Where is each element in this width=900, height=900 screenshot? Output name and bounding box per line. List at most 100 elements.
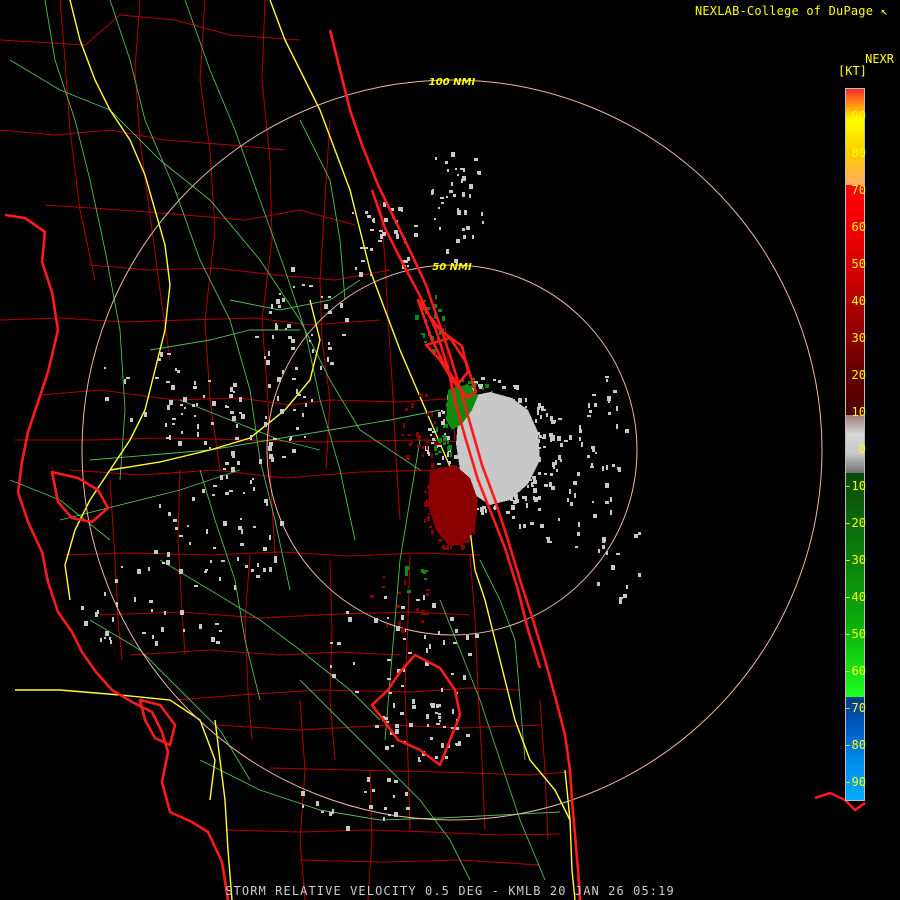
radar-echo-pixel — [405, 566, 409, 570]
radar-echo-pixel — [463, 168, 465, 172]
radar-echo-pixel — [220, 475, 223, 480]
radar-echo-pixel — [359, 272, 363, 277]
radar-echo-pixel — [537, 410, 539, 415]
radar-echo-pixel — [311, 334, 313, 336]
radar-echo-pixel — [606, 551, 608, 555]
radar-echo-pixel — [100, 638, 102, 642]
radar-echo-pixel — [166, 560, 170, 565]
radar-echo-pixel — [558, 418, 562, 420]
radar-echo-pixel — [429, 526, 432, 528]
radar-echoes — [81, 152, 641, 831]
radar-echo-pixel — [251, 569, 254, 572]
legend-tick-label: 40 — [851, 294, 866, 308]
radar-echo-pixel — [623, 594, 627, 598]
radar-echo-pixel — [432, 431, 436, 433]
radar-echo-pixel — [446, 545, 449, 550]
radar-echo-pixel — [610, 510, 612, 515]
radar-echo-pixel — [569, 435, 572, 440]
radar-echo-pixel — [237, 557, 239, 561]
radar-echo-pixel — [404, 260, 408, 263]
radar-echo-pixel — [269, 311, 272, 314]
radar-echo-pixel — [383, 817, 385, 821]
radar-echo-pixel — [387, 617, 389, 619]
radar-echo-pixel — [424, 300, 426, 302]
radar-echo-pixel — [451, 673, 454, 675]
radar-echo-pixel — [374, 618, 378, 623]
radar-echo-pixel — [540, 524, 544, 528]
radar-echo-pixel — [612, 464, 615, 467]
radar-echo-pixel — [231, 467, 235, 472]
radar-echo-pixel — [233, 383, 237, 387]
radar-echo-pixel — [418, 757, 420, 760]
radar-echo-pixel — [438, 539, 442, 542]
radar-echo-pixel — [230, 387, 233, 392]
radar-echo-pixel — [455, 629, 458, 633]
radar-echo-pixel — [274, 556, 277, 560]
radar-echo-pixel — [278, 305, 281, 308]
radar-echo-pixel — [453, 642, 457, 644]
radar-echo-pixel — [340, 303, 343, 308]
radar-echo-pixel — [240, 543, 244, 546]
radar-echo-pixel — [280, 521, 284, 526]
radar-echo-pixel — [238, 526, 242, 530]
radar-echo-pixel — [544, 484, 548, 487]
radar-echo-pixel — [616, 424, 618, 429]
radar-echo-pixel — [493, 379, 496, 381]
radar-echo-pixel — [611, 565, 615, 570]
radar-echo-pixel — [406, 807, 410, 810]
radar-echo-pixel — [414, 225, 418, 227]
radar-echo-pixel — [180, 610, 184, 615]
radar-echo-pixel — [544, 473, 547, 475]
radar-echo-pixel — [269, 442, 273, 446]
radar-echo-pixel — [619, 599, 622, 604]
radar-echo-pixel — [280, 409, 284, 414]
radar-echo-pixel — [328, 311, 332, 314]
radar-echo-pixel — [384, 218, 388, 222]
radar-echo-pixel — [546, 537, 550, 539]
radar-echo-pixel — [424, 519, 426, 523]
radar-echo-pixel — [204, 441, 207, 445]
radar-echo-pixel — [364, 247, 368, 249]
radar-echo-pixel — [425, 613, 429, 615]
radar-echo-pixel — [442, 435, 446, 437]
radar-echo-pixel — [255, 336, 259, 338]
radar-echo-pixel — [523, 524, 526, 528]
radar-echo-pixel — [293, 409, 296, 411]
radar-echo-pixel — [167, 405, 170, 410]
radar-echo-pixel — [250, 435, 252, 440]
radar-echo-pixel — [388, 814, 391, 816]
radar-echo-pixel — [481, 377, 485, 380]
radar-echo-pixel — [305, 403, 307, 407]
radar-echo-pixel — [97, 610, 99, 614]
radar-echo-pixel — [426, 446, 428, 450]
radar-echo-pixel — [625, 429, 629, 433]
radar-echo-pixel — [301, 791, 305, 796]
radar-echo-pixel — [309, 340, 311, 342]
radar-echo-pixel — [443, 548, 446, 550]
radar-echo-pixel — [460, 168, 463, 170]
radar-echo-pixel — [179, 569, 183, 574]
radar-echo-pixel — [405, 571, 408, 576]
radar-echo-pixel — [236, 424, 238, 428]
radar-echo-pixel — [384, 596, 387, 599]
legend-tick-label: 0 — [858, 442, 866, 456]
radar-echo-pixel — [435, 453, 438, 455]
radar-echo-pixel — [327, 357, 329, 362]
radar-echo-pixel — [442, 456, 444, 460]
radar-echo-pixel — [329, 812, 332, 816]
radar-echo-pixel — [187, 525, 189, 527]
radar-echo-pixel — [450, 617, 454, 621]
radar-echo-pixel — [427, 724, 429, 727]
radar-echo-pixel — [367, 777, 370, 782]
radar-echo-pixel — [282, 370, 284, 374]
radar-echo-pixel — [451, 152, 455, 157]
radar-echo-pixel — [560, 443, 563, 447]
radar-echo-pixel — [328, 347, 332, 350]
radar-echo-pixel — [407, 265, 409, 267]
radar-echo-pixel — [378, 240, 382, 242]
radar-echo-pixel — [328, 342, 330, 345]
radar-echo-pixel — [538, 403, 541, 408]
radar-echo-pixel — [602, 466, 604, 471]
radar-echo-pixel — [259, 459, 262, 464]
radar-echo-pixel — [212, 401, 216, 406]
